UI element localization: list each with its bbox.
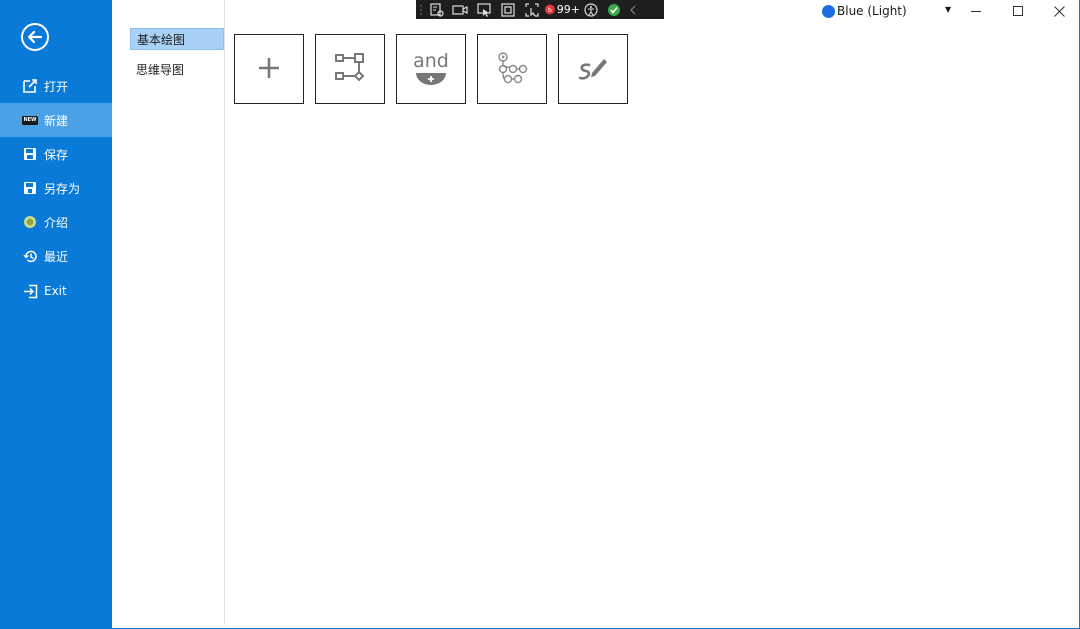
sidebar-item-label: 保存 (44, 147, 69, 162)
drag-grip-icon[interactable] (416, 0, 426, 19)
collapse-chevron-icon[interactable] (626, 0, 640, 19)
category-label: 基本绘图 (137, 32, 186, 47)
save-icon (22, 146, 38, 162)
sidebar-item-save[interactable]: 保存 (0, 137, 112, 171)
freehand-pen-icon (575, 53, 611, 86)
dropdown-arrow-icon[interactable]: ▼ (945, 5, 951, 14)
recent-history-icon (22, 248, 38, 264)
close-button[interactable] (1040, 0, 1078, 22)
template-category-list: 基本绘图 思维导图 (113, 0, 225, 625)
theme-color-dot (822, 4, 835, 18)
category-basic-drawing[interactable]: 基本绘图 (130, 28, 224, 50)
save-as-icon (22, 180, 38, 196)
binding-failures-counter[interactable]: b 99+ (544, 0, 580, 19)
maximize-button[interactable] (999, 0, 1037, 22)
back-arrow-icon[interactable] (20, 22, 50, 52)
template-tile-freehand[interactable] (558, 34, 628, 104)
sidebar-item-save-as[interactable]: 另存为 (0, 171, 112, 205)
template-tile-logic[interactable]: and (396, 34, 466, 104)
category-label: 思维导图 (136, 62, 185, 77)
info-globe-icon (22, 214, 38, 230)
live-visual-tree-icon[interactable] (426, 0, 448, 19)
theme-label: Blue (Light) (837, 4, 907, 18)
accessibility-icon[interactable] (580, 0, 602, 19)
xaml-debug-toolbar: b 99+ (416, 0, 664, 19)
exit-icon (22, 283, 38, 299)
category-mind-map[interactable]: 思维导图 (130, 58, 224, 80)
template-tile-workflow[interactable] (477, 34, 547, 104)
plus-icon (256, 55, 282, 84)
flowchart-icon (333, 51, 367, 88)
sidebar-item-exit[interactable]: Exit (0, 274, 112, 308)
logic-and-gate-icon: and (413, 52, 449, 86)
template-tile-blank[interactable] (234, 34, 304, 104)
sidebar-item-label: 最近 (44, 249, 69, 264)
sidebar-item-label: 新建 (44, 113, 69, 128)
svg-text:b: b (548, 7, 552, 14)
sidebar-item-label: 打开 (44, 79, 69, 94)
check-success-icon[interactable] (602, 0, 626, 19)
sidebar-item-label: Exit (44, 284, 67, 298)
sidebar-item-open[interactable]: 打开 (0, 69, 112, 103)
theme-selector[interactable]: Blue (Light) (822, 3, 907, 19)
open-external-icon (22, 78, 38, 94)
track-focus-icon[interactable] (520, 0, 544, 19)
new-badge-icon: NEW (22, 115, 38, 125)
workflow-tree-icon (495, 51, 529, 88)
counter-text: 99+ (556, 3, 580, 16)
backstage-sidebar: 打开 NEW 新建 保存 另存为 介绍 最近 Exit (0, 0, 112, 629)
template-tile-flowchart[interactable] (315, 34, 385, 104)
sidebar-item-new[interactable]: NEW 新建 (0, 103, 112, 137)
sidebar-item-label: 介绍 (44, 215, 69, 230)
select-element-icon[interactable] (472, 0, 496, 19)
video-record-icon[interactable] (448, 0, 472, 19)
minimize-button[interactable] (957, 0, 995, 22)
sidebar-item-label: 另存为 (44, 181, 81, 196)
sidebar-item-about[interactable]: 介绍 (0, 205, 112, 239)
layout-adorners-icon[interactable] (496, 0, 520, 19)
sidebar-item-recent[interactable]: 最近 (0, 239, 112, 273)
